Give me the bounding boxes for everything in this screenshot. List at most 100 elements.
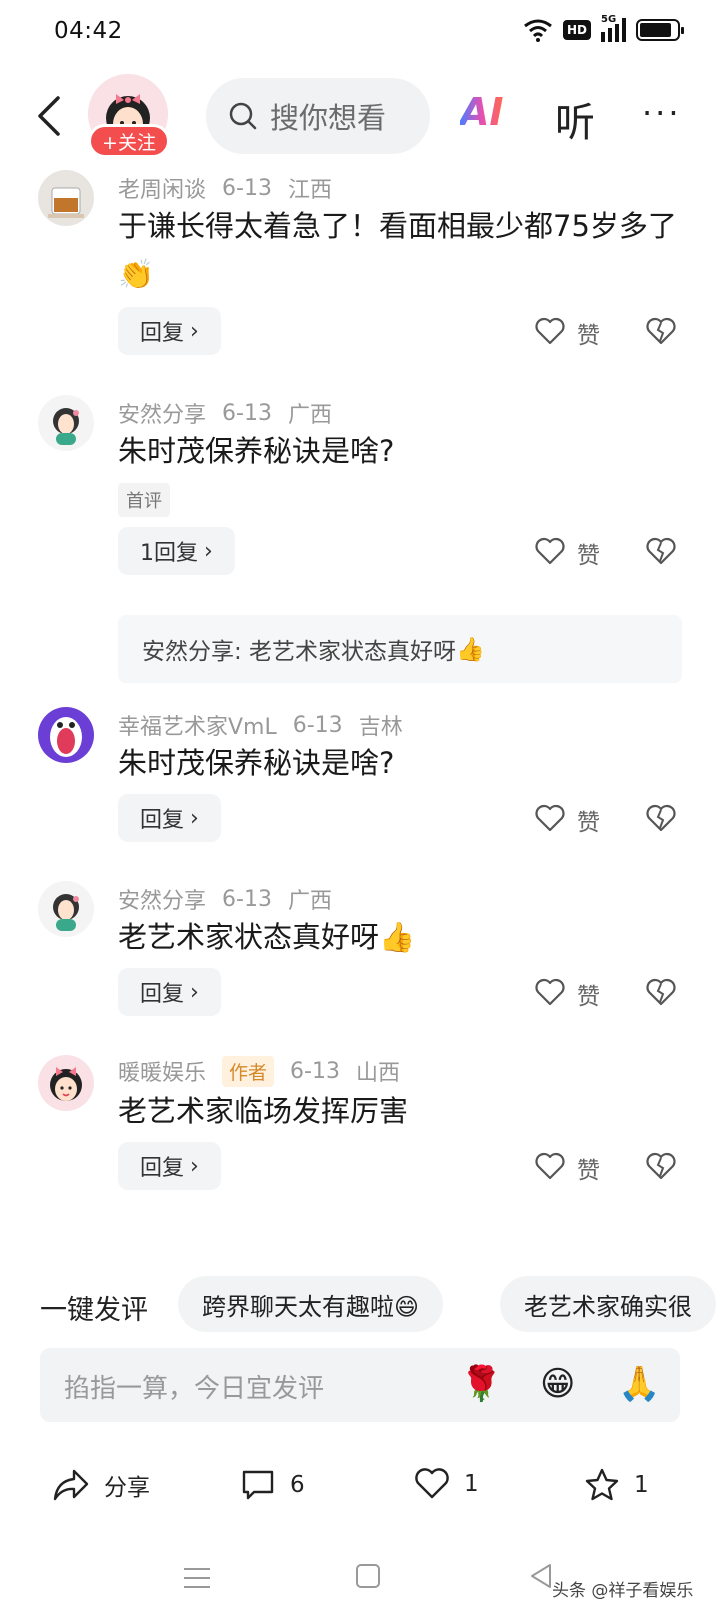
like-button[interactable]: 1 xyxy=(414,1468,479,1500)
broken-heart-icon[interactable] xyxy=(646,1152,676,1180)
quick-comment-row: 一键发评 跨界聊天太有趣啦😄 老艺术家确实很 xyxy=(0,1276,720,1336)
follow-button[interactable]: +关注 xyxy=(88,124,170,158)
search-box[interactable]: 搜你想看 xyxy=(206,78,430,154)
reply-button[interactable]: 回复 › xyxy=(118,307,221,355)
comment-input[interactable]: 掐指一算，今日宜发评 🌹 😁 🙏 xyxy=(40,1348,680,1422)
comment-item: 安然分享 6-13 广西 朱时茂保养秘诀是啥? 首评 1回复 › 赞 安然分享: … xyxy=(0,393,720,683)
reply-button[interactable]: 回复 › xyxy=(118,1142,221,1190)
chevron-right-icon: › xyxy=(190,979,199,1005)
status-bar: 04:42 HD 5G xyxy=(0,0,720,64)
quick-comment-chip[interactable]: 老艺术家确实很 xyxy=(500,1276,716,1332)
comment-date: 6-13 xyxy=(290,1058,340,1084)
comment-region: 广西 xyxy=(287,403,332,428)
comment-input-placeholder: 掐指一算，今日宜发评 xyxy=(64,1374,325,1404)
comment-item: 安然分享 6-13 广西 老艺术家状态真好呀👍 回复 › 赞 xyxy=(0,879,720,1029)
back-icon[interactable] xyxy=(30,92,70,140)
broken-heart-icon[interactable] xyxy=(646,317,676,345)
author-tag: 作者 xyxy=(222,1055,275,1087)
like-label[interactable]: 赞 xyxy=(577,316,600,350)
status-time: 04:42 xyxy=(54,18,123,44)
search-placeholder: 搜你想看 xyxy=(270,101,387,135)
clap-emoji: 👏 xyxy=(118,257,155,291)
reply-button[interactable]: 1回复 › xyxy=(118,527,235,575)
comment-item: 老周闲谈 6-13 江西 于谦长得太着急了！看面相最少都75岁多了👏 回复 › 赞 xyxy=(0,168,720,368)
comment-date: 6-13 xyxy=(292,712,343,738)
reply-button[interactable]: 回复 › xyxy=(118,794,221,842)
heart-icon[interactable] xyxy=(535,1152,565,1180)
share-icon xyxy=(53,1469,89,1501)
comment-text: 朱时茂保养秘诀是啥? xyxy=(118,746,395,780)
comment-user[interactable]: 安然分享 xyxy=(118,883,206,915)
comment-date: 6-13 xyxy=(222,886,272,912)
share-button[interactable]: 分享 xyxy=(52,1468,150,1502)
comment-text: 老艺术家状态真好呀👍 xyxy=(118,920,416,954)
back-triangle-icon[interactable] xyxy=(528,1562,554,1590)
battery-icon xyxy=(636,19,684,41)
reply-button[interactable]: 回复 › xyxy=(118,968,221,1016)
user-avatar[interactable] xyxy=(38,170,94,226)
broken-heart-icon[interactable] xyxy=(646,978,676,1006)
chevron-right-icon: › xyxy=(190,1153,199,1179)
comment-meta: 安然分享 6-13 广西 xyxy=(118,883,332,915)
like-label[interactable]: 赞 xyxy=(577,536,600,570)
sub-reply[interactable]: 安然分享: 老艺术家状态真好呀 👍 xyxy=(118,615,682,683)
comment-date: 6-13 xyxy=(222,175,272,201)
menu-icon[interactable] xyxy=(184,1568,210,1595)
user-avatar[interactable] xyxy=(38,395,94,451)
quick-comment-label: 一键发评 xyxy=(40,1295,148,1326)
search-icon xyxy=(229,102,257,130)
ai-button[interactable]: AI xyxy=(460,90,504,134)
user-avatar[interactable] xyxy=(38,1055,94,1111)
comment-item: 暖暖娱乐 作者 6-13 山西 老艺术家临场发挥厉害 回复 › 赞 xyxy=(0,1053,720,1203)
broken-heart-icon[interactable] xyxy=(646,804,676,832)
more-button[interactable]: ··· xyxy=(642,94,682,132)
comment-region: 吉林 xyxy=(358,715,403,740)
comment-user[interactable]: 暖暖娱乐 xyxy=(118,1055,206,1087)
chevron-right-icon: › xyxy=(190,318,199,344)
heart-icon[interactable] xyxy=(535,537,565,565)
heart-icon[interactable] xyxy=(535,804,565,832)
comment-date: 6-13 xyxy=(222,400,272,426)
favorite-button[interactable]: 1 xyxy=(584,1468,649,1502)
comment-meta: 安然分享 6-13 广西 xyxy=(118,397,332,429)
pray-emoji[interactable]: 🙏 xyxy=(618,1364,660,1404)
signal-icon: 5G xyxy=(601,14,626,42)
comment-meta: 老周闲谈 6-13 江西 xyxy=(118,172,332,204)
wifi-icon xyxy=(524,19,552,42)
heart-icon xyxy=(415,1468,449,1499)
listen-button[interactable]: 听 xyxy=(555,90,595,148)
user-avatar[interactable] xyxy=(38,707,94,763)
system-nav-bar: 头条 @祥子看娱乐 xyxy=(0,1540,720,1612)
header: +关注 搜你想看 AI 听 ··· xyxy=(0,66,720,166)
chevron-right-icon: › xyxy=(190,805,199,831)
grin-emoji[interactable]: 😁 xyxy=(540,1364,575,1404)
like-label[interactable]: 赞 xyxy=(577,977,600,1011)
comment-text: 朱时茂保养秘诀是啥? xyxy=(118,434,395,468)
quick-comment-chip[interactable]: 跨界聊天太有趣啦😄 xyxy=(178,1276,444,1332)
comments-button[interactable]: 6 xyxy=(240,1468,305,1502)
comment-meta: 幸福艺术家VmL 6-13 吉林 xyxy=(118,709,403,741)
comment-region: 广西 xyxy=(287,889,332,914)
thumbs-up-emoji: 👍 xyxy=(379,920,416,954)
like-label[interactable]: 赞 xyxy=(577,803,600,837)
action-bar: 分享 6 1 1 xyxy=(0,1448,720,1528)
heart-icon[interactable] xyxy=(535,317,565,345)
chevron-right-icon: › xyxy=(204,538,213,564)
comment-meta: 暖暖娱乐 作者 6-13 山西 xyxy=(118,1055,400,1087)
comment-icon xyxy=(242,1470,274,1500)
status-icons: HD 5G xyxy=(523,14,684,42)
heart-icon[interactable] xyxy=(535,978,565,1006)
comment-user[interactable]: 幸福艺术家VmL xyxy=(118,709,277,741)
comment-text: 于谦长得太着急了！看面相最少都75岁多了👏 xyxy=(118,209,677,291)
comment-user[interactable]: 安然分享 xyxy=(118,397,206,429)
comment-region: 山西 xyxy=(355,1061,400,1086)
home-icon[interactable] xyxy=(356,1564,380,1588)
rose-emoji[interactable]: 🌹 xyxy=(460,1364,502,1404)
first-comment-tag: 首评 xyxy=(118,483,170,517)
broken-heart-icon[interactable] xyxy=(646,537,676,565)
like-label[interactable]: 赞 xyxy=(577,1151,600,1185)
star-icon xyxy=(585,1468,619,1501)
user-avatar[interactable] xyxy=(38,881,94,937)
watermark: 头条 @祥子看娱乐 xyxy=(552,1581,694,1601)
comment-user[interactable]: 老周闲谈 xyxy=(118,172,206,204)
